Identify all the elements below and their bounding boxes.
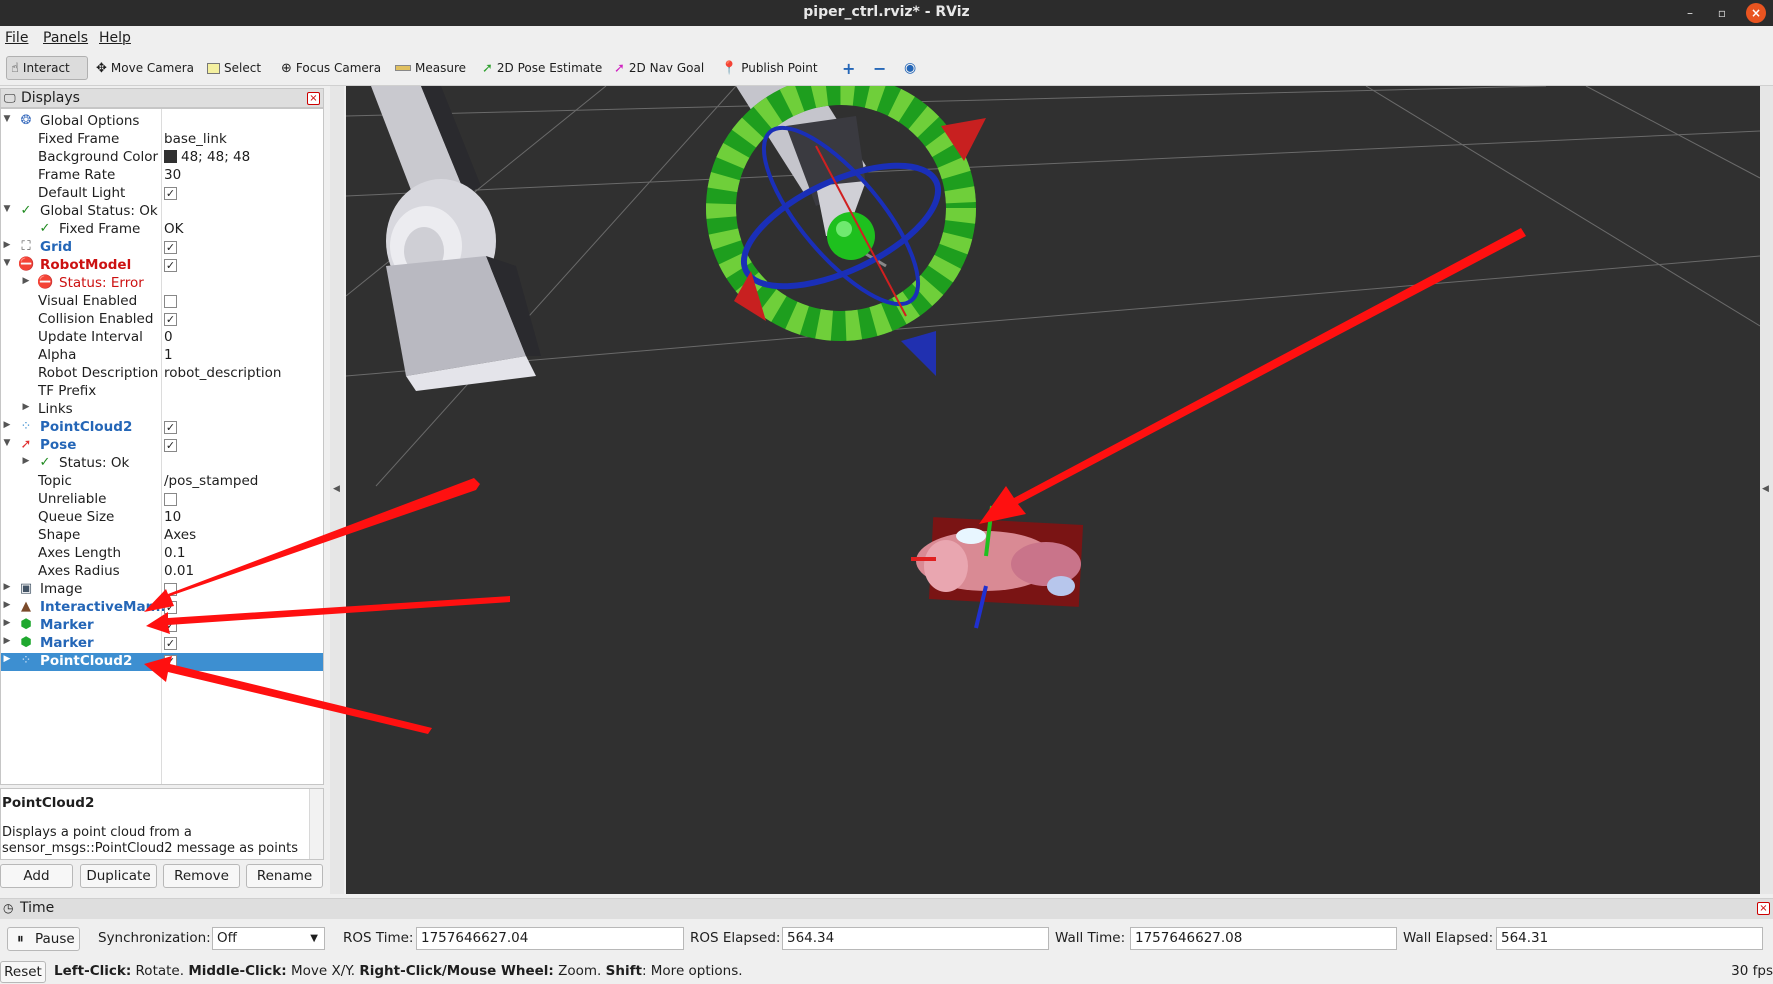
reset-button[interactable]: Reset xyxy=(0,961,46,983)
wall-elapsed-field[interactable]: 564.31 xyxy=(1496,927,1763,950)
pause-button[interactable]: ⏸ Pause xyxy=(7,927,80,951)
sync-label: Synchronization: xyxy=(98,930,211,946)
overlay-annotation-svg xyxy=(144,478,510,734)
right-click-key: Right-Click/Mouse Wheel: xyxy=(359,963,554,979)
pause-icon: ⏸ xyxy=(17,931,24,947)
shift-action: : More options. xyxy=(641,963,743,979)
middle-click-key: Middle-Click: xyxy=(188,963,287,979)
ros-elapsed-field[interactable]: 564.34 xyxy=(782,927,1049,950)
ros-time-field[interactable]: 1757646627.04 xyxy=(416,927,684,950)
ros-time-label: ROS Time: xyxy=(343,930,414,946)
time-title: Time xyxy=(20,900,55,916)
annotation-arrow-to-marker xyxy=(146,596,510,634)
left-click-action: Rotate. xyxy=(135,963,185,979)
time-panel-close-icon[interactable]: × xyxy=(1757,902,1770,915)
annotation-arrow-to-pointcloud2 xyxy=(144,656,432,734)
status-hint: Left-Click: Rotate. Middle-Click: Move X… xyxy=(54,963,743,979)
left-click-key: Left-Click: xyxy=(54,963,132,979)
wall-elapsed-label: Wall Elapsed: xyxy=(1403,930,1494,946)
wall-time-field[interactable]: 1757646627.08 xyxy=(1130,927,1397,950)
annotation-arrow-to-interactive-markers xyxy=(144,478,480,612)
clock-icon: ◷ xyxy=(3,901,14,915)
wall-time-label: Wall Time: xyxy=(1055,930,1126,946)
time-header: ◷ Time × xyxy=(0,899,1773,919)
middle-click-action: Move X/Y. xyxy=(290,963,356,979)
shift-key: Shift xyxy=(605,963,642,979)
chevron-down-icon: ▼ xyxy=(310,933,318,944)
ros-elapsed-label: ROS Elapsed: xyxy=(690,930,781,946)
sync-select[interactable]: Off ▼ xyxy=(212,927,325,950)
status-bar: Reset Left-Click: Rotate. Middle-Click: … xyxy=(0,958,1773,984)
time-panel: ◷ Time × ⏸ Pause Synchronization: Off ▼ … xyxy=(0,898,1773,952)
right-click-action: Zoom. xyxy=(558,963,602,979)
pause-label: Pause xyxy=(35,931,75,947)
sync-value: Off xyxy=(217,930,237,946)
fps-counter: 30 fps xyxy=(1731,963,1773,979)
